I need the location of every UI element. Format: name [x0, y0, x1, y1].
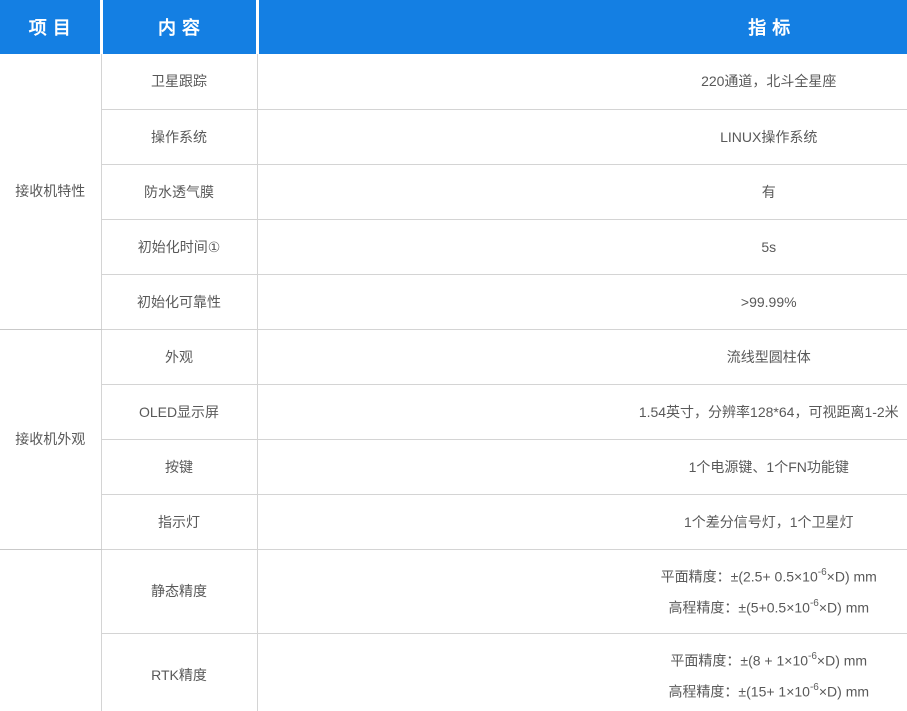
spec-table: 项目 内容 指标 接收机特性 卫星跟踪 220通道，北斗全星座 操作系统 LIN…	[0, 0, 907, 711]
row-value-cell: 1.54英寸，分辨率128*64，可视距离1-2米	[257, 384, 907, 439]
table-row: 操作系统 LINUX操作系统	[0, 109, 907, 164]
row-value-cell: 有	[257, 164, 907, 219]
row-name-cell: 初始化可靠性	[101, 274, 257, 329]
formula-suffix: ×D) mm	[827, 569, 877, 585]
group-label-receiver-features: 接收机特性	[0, 54, 101, 329]
spec-page: 项目 内容 指标 接收机特性 卫星跟踪 220通道，北斗全星座 操作系统 LIN…	[0, 0, 907, 711]
row-name-cell: 初始化时间①	[101, 219, 257, 274]
table-row: 初始化时间① 5s	[0, 219, 907, 274]
row-name-cell: 静态精度	[101, 549, 257, 633]
superscript-exponent: -6	[810, 598, 819, 609]
header-cell-spec: 指标	[257, 0, 907, 54]
table-row: 指示灯 1个差分信号灯，1个卫星灯	[0, 494, 907, 549]
row-value-cell: 流线型圆柱体	[257, 329, 907, 384]
header-row: 项目 内容 指标	[0, 0, 907, 54]
table-row: 静态精度 平面精度：±(2.5+ 0.5×10-6×D) mm 高程精度：±(5…	[0, 549, 907, 633]
group-label-precision	[0, 549, 101, 711]
formula-suffix: ×D) mm	[819, 600, 869, 616]
formula-prefix: 平面精度：±(2.5+ 0.5×10	[661, 569, 818, 585]
formula-suffix: ×D) mm	[817, 653, 867, 669]
formula-prefix: 高程精度：±(5+0.5×10	[668, 600, 810, 616]
row-value-cell: 1个差分信号灯，1个卫星灯	[257, 494, 907, 549]
table-row: 按键 1个电源键、1个FN功能键	[0, 439, 907, 494]
formula-prefix: 平面精度：±(8 + 1×10	[670, 653, 808, 669]
row-value-cell: 220通道，北斗全星座	[257, 54, 907, 109]
row-value-cell: LINUX操作系统	[257, 109, 907, 164]
table-row: 接收机特性 卫星跟踪 220通道，北斗全星座	[0, 54, 907, 109]
row-name-cell: 操作系统	[101, 109, 257, 164]
row-value-cell: 平面精度：±(2.5+ 0.5×10-6×D) mm 高程精度：±(5+0.5×…	[257, 549, 907, 633]
precision-line-vertical: 高程精度：±(15+ 1×10-6×D) mm	[258, 675, 907, 706]
formula-suffix: ×D) mm	[819, 684, 869, 700]
table-row: 初始化可靠性 >99.99%	[0, 274, 907, 329]
row-name-cell: 卫星跟踪	[101, 54, 257, 109]
table-row: OLED显示屏 1.54英寸，分辨率128*64，可视距离1-2米	[0, 384, 907, 439]
group-label-receiver-appearance: 接收机外观	[0, 329, 101, 549]
row-value-cell: 1个电源键、1个FN功能键	[257, 439, 907, 494]
superscript-exponent: -6	[818, 567, 827, 578]
table-row: 接收机外观 外观 流线型圆柱体	[0, 329, 907, 384]
row-name-cell: 外观	[101, 329, 257, 384]
table-header: 项目 内容 指标	[0, 0, 907, 54]
formula-prefix: 高程精度：±(15+ 1×10	[668, 684, 810, 700]
row-name-cell: 按键	[101, 439, 257, 494]
precision-line-vertical: 高程精度：±(5+0.5×10-6×D) mm	[258, 591, 907, 622]
row-name-cell: RTK精度	[101, 633, 257, 711]
header-cell-content: 内容	[101, 0, 257, 54]
row-name-cell: OLED显示屏	[101, 384, 257, 439]
precision-line-horizontal: 平面精度：±(8 + 1×10-6×D) mm	[258, 644, 907, 675]
superscript-exponent: -6	[808, 651, 817, 662]
precision-line-horizontal: 平面精度：±(2.5+ 0.5×10-6×D) mm	[258, 560, 907, 591]
row-value-cell: 平面精度：±(8 + 1×10-6×D) mm 高程精度：±(15+ 1×10-…	[257, 633, 907, 711]
row-value-cell: >99.99%	[257, 274, 907, 329]
row-value-cell: 5s	[257, 219, 907, 274]
row-name-cell: 防水透气膜	[101, 164, 257, 219]
table-row: 防水透气膜 有	[0, 164, 907, 219]
header-cell-item: 项目	[0, 0, 101, 54]
row-name-cell: 指示灯	[101, 494, 257, 549]
table-row: RTK精度 平面精度：±(8 + 1×10-6×D) mm 高程精度：±(15+…	[0, 633, 907, 711]
superscript-exponent: -6	[810, 682, 819, 693]
